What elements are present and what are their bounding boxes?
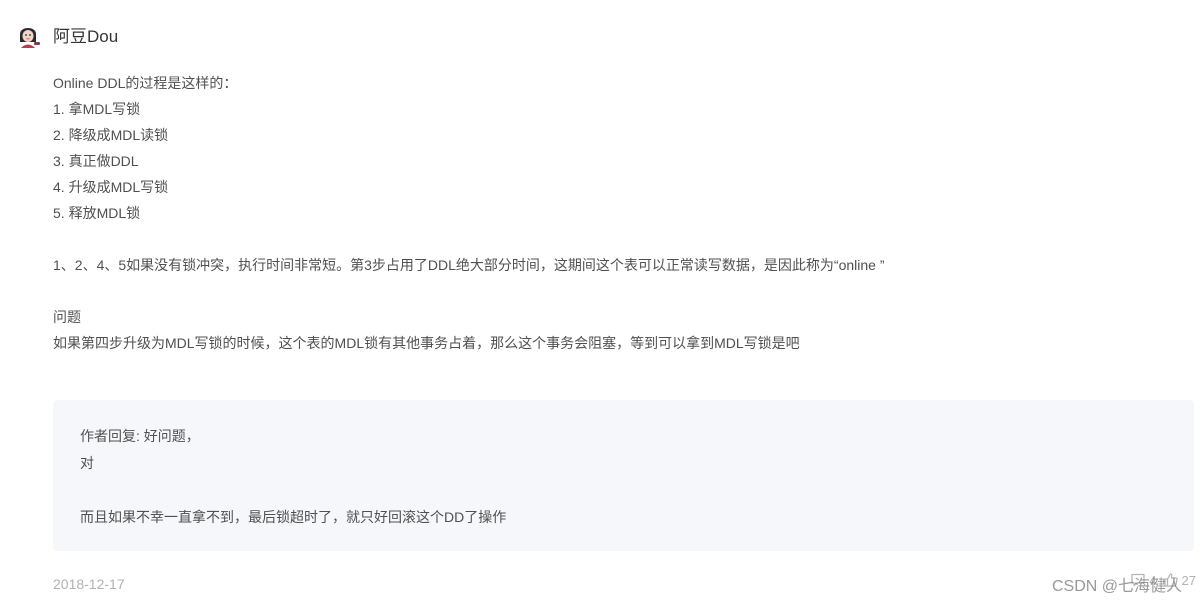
comment-line: 问题 — [53, 309, 81, 325]
comment-line: 3. 真正做DDL — [53, 153, 139, 169]
avatar-icon — [14, 22, 42, 50]
reply-line: 而且如果不幸一直拿不到，最后锁超时了，就只好回滚这个DD了操作 — [80, 509, 507, 525]
comment-line: 如果第四步升级为MDL写锁的时候，这个表的MDL锁有其他事务占着，那么这个事务会… — [53, 335, 800, 351]
comment-line: 1、2、4、5如果没有锁冲突，执行时间非常短。第3步占用了DDL绝大部分时间，这… — [53, 257, 885, 273]
comment-icon — [1131, 573, 1145, 587]
reply-line — [80, 477, 506, 504]
comment-count: 4 — [1149, 572, 1157, 588]
reply-line: 对 — [80, 455, 94, 471]
username[interactable]: 阿豆Dou — [53, 26, 118, 48]
avatar[interactable] — [14, 22, 42, 50]
comment-line: 2. 降级成MDL读锁 — [53, 127, 169, 143]
reply-button[interactable]: 4 — [1130, 572, 1157, 588]
author-reply-content: 作者回复: 好问题， 对 而且如果不幸一直拿不到，最后锁超时了，就只好回滚这个D… — [80, 423, 506, 531]
reply-line: 作者回复: 好问题， — [80, 428, 200, 444]
like-button[interactable]: 27 — [1163, 572, 1196, 588]
comment-line — [53, 226, 1173, 252]
author-reply: 作者回复: 好问题， 对 而且如果不幸一直拿不到，最后锁超时了，就只好回滚这个D… — [53, 400, 1194, 551]
comment-line: 4. 升级成MDL写锁 — [53, 179, 169, 195]
comment-line — [53, 278, 1173, 304]
comment-body: Online DDL的过程是这样的： 1. 拿MDL写锁 2. 降级成MDL读锁… — [53, 70, 1173, 356]
comment-line: Online DDL的过程是这样的： — [53, 75, 238, 91]
like-count: 27 — [1181, 572, 1196, 588]
comment-line: 5. 释放MDL锁 — [53, 205, 141, 221]
thumbs-up-icon — [1163, 573, 1178, 587]
comment-actions: 4 27 — [1130, 572, 1196, 588]
comment-line: 1. 拿MDL写锁 — [53, 101, 141, 117]
comment-date: 2018-12-17 — [53, 576, 125, 592]
